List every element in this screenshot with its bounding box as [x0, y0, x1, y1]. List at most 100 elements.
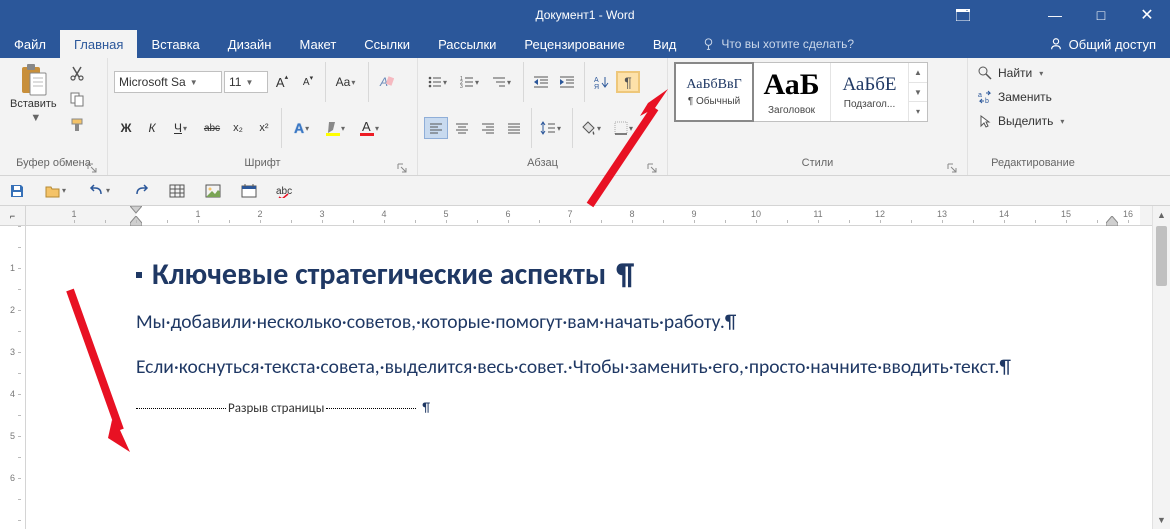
format-painter-button[interactable] — [65, 114, 89, 136]
share-label: Общий доступ — [1069, 37, 1156, 52]
minimize-button[interactable]: — — [1032, 0, 1078, 30]
group-font: Microsoft Sa▼ 11▼ A▴ A▾ Aa▾ A Ж К Ч▾ abc… — [108, 58, 418, 175]
tab-mailings[interactable]: Рассылки — [424, 30, 510, 58]
tab-references[interactable]: Ссылки — [350, 30, 424, 58]
scroll-up-button[interactable]: ▲ — [1153, 206, 1170, 224]
svg-text:Я: Я — [594, 84, 599, 89]
change-case-button[interactable]: Aa▾ — [331, 71, 363, 93]
picture-button[interactable] — [202, 180, 224, 202]
subscript-button[interactable]: x₂ — [226, 117, 250, 139]
superscript-button[interactable]: x² — [252, 117, 276, 139]
spellcheck-button[interactable]: abc — [274, 180, 296, 202]
scrollbar-thumb[interactable] — [1156, 226, 1167, 286]
shading-button[interactable]: ▾ — [578, 117, 608, 139]
paragraph-dialog-launcher[interactable] — [645, 161, 659, 175]
tab-review[interactable]: Рецензирование — [510, 30, 638, 58]
numbering-button[interactable]: 123▾ — [456, 71, 486, 93]
clipboard-dialog-launcher[interactable] — [85, 161, 99, 175]
underline-button[interactable]: Ч▾ — [166, 117, 198, 139]
align-left-button[interactable] — [424, 117, 448, 139]
replace-button[interactable]: ab Заменить — [974, 86, 1071, 108]
font-color-button[interactable]: A▾ — [355, 117, 387, 139]
paste-button[interactable]: Вставить ▼ — [6, 62, 61, 126]
save-button[interactable] — [6, 180, 28, 202]
borders-button[interactable]: ▾ — [610, 117, 640, 139]
undo-button[interactable]: ▾ — [86, 180, 116, 202]
increase-indent-button[interactable] — [555, 71, 579, 93]
chevron-down-icon: ▼ — [190, 78, 198, 87]
select-button[interactable]: Выделить▾ — [974, 110, 1071, 132]
align-justify-button[interactable] — [502, 117, 526, 139]
share-button[interactable]: Общий доступ — [1035, 30, 1170, 58]
decrease-indent-button[interactable] — [529, 71, 553, 93]
maximize-button[interactable]: □ — [1078, 0, 1124, 30]
page-break-indicator[interactable]: Разрыв страницы ¶ — [136, 401, 1170, 416]
paste-label: Вставить — [10, 98, 57, 110]
styles-gallery[interactable]: АаБбВвГ ¶ Обычный АаБ Заголовок АаБбЕ По… — [674, 62, 928, 122]
tab-insert[interactable]: Вставка — [137, 30, 213, 58]
clear-formatting-button[interactable]: A — [374, 71, 398, 93]
tab-file[interactable]: Файл — [0, 30, 60, 58]
document-paragraph-2[interactable]: Если·коснуться·текста·совета,·выделится·… — [136, 352, 1116, 383]
redo-button[interactable] — [130, 180, 152, 202]
style-heading[interactable]: АаБ Заголовок — [753, 63, 831, 121]
align-center-button[interactable] — [450, 117, 474, 139]
group-font-label: Шрифт — [244, 157, 280, 169]
styles-gallery-more[interactable]: ▲ ▼ ▾ — [909, 63, 927, 121]
bullets-button[interactable]: ▾ — [424, 71, 454, 93]
scroll-down-button[interactable]: ▼ — [1153, 511, 1170, 529]
vertical-scrollbar[interactable]: ▲ ▼ — [1152, 206, 1170, 529]
style-subheading[interactable]: АаБбЕ Подзагол... — [831, 63, 909, 121]
document-page[interactable]: Ключевые стратегические аспекты¶ Мы·доба… — [26, 226, 1170, 529]
font-name-combo[interactable]: Microsoft Sa▼ — [114, 71, 222, 93]
style-normal[interactable]: АаБбВвГ ¶ Обычный — [674, 62, 754, 122]
table-button[interactable] — [166, 180, 188, 202]
copy-button[interactable] — [65, 88, 89, 110]
scroll-up-icon[interactable]: ▲ — [909, 63, 927, 82]
align-right-button[interactable] — [476, 117, 500, 139]
sort-button[interactable]: AЯ — [590, 71, 614, 93]
horizontal-ruler[interactable]: ⌐ 112345678910111213141516 — [0, 206, 1170, 226]
close-button[interactable]: ✕ — [1124, 0, 1170, 30]
group-editing-label: Редактирование — [991, 157, 1075, 169]
first-line-indent-marker[interactable] — [130, 206, 142, 214]
strikethrough-button[interactable]: abc — [200, 117, 224, 139]
text-effects-button[interactable]: A▾ — [287, 117, 319, 139]
multilevel-list-button[interactable]: ▾ — [488, 71, 518, 93]
font-size-combo[interactable]: 11▼ — [224, 71, 268, 93]
paste-icon — [17, 64, 49, 96]
svg-text:A: A — [362, 120, 371, 134]
tab-layout[interactable]: Макет — [285, 30, 350, 58]
group-paragraph-label: Абзац — [527, 157, 558, 169]
font-dialog-launcher[interactable] — [395, 161, 409, 175]
scroll-down-icon[interactable]: ▼ — [909, 82, 927, 102]
right-indent-marker[interactable] — [1106, 216, 1118, 226]
line-spacing-button[interactable]: ▾ — [537, 117, 567, 139]
quick-access-toolbar: ▾ ▾ abc — [0, 176, 1170, 206]
tab-home[interactable]: Главная — [60, 30, 137, 58]
vertical-ruler[interactable]: 123456 — [0, 226, 26, 529]
open-button[interactable]: ▾ — [42, 180, 72, 202]
italic-button[interactable]: К — [140, 117, 164, 139]
ribbon-display-options-button[interactable] — [940, 0, 986, 30]
tell-me-placeholder: Что вы хотите сделать? — [721, 37, 854, 51]
styles-dialog-launcher[interactable] — [945, 161, 959, 175]
group-clipboard-label: Буфер обмена — [16, 157, 91, 169]
calendar-button[interactable] — [238, 180, 260, 202]
show-paragraph-marks-button[interactable]: ¶ — [616, 71, 640, 93]
tell-me-search[interactable]: Что вы хотите сделать? — [702, 30, 854, 58]
document-heading[interactable]: Ключевые стратегические аспекты¶ — [136, 256, 1170, 293]
document-paragraph-1[interactable]: Мы·добавили·несколько·советов,·которые·п… — [136, 307, 1116, 338]
shrink-font-button[interactable]: A▾ — [296, 71, 320, 93]
tab-selector[interactable]: ⌐ — [0, 206, 26, 225]
highlight-button[interactable]: ▾ — [321, 117, 353, 139]
expand-gallery-icon[interactable]: ▾ — [909, 101, 927, 121]
cut-button[interactable] — [65, 62, 89, 84]
find-button[interactable]: Найти▾ — [974, 62, 1071, 84]
bold-button[interactable]: Ж — [114, 117, 138, 139]
tab-view[interactable]: Вид — [639, 30, 691, 58]
grow-font-button[interactable]: A▴ — [270, 71, 294, 93]
tab-design[interactable]: Дизайн — [214, 30, 286, 58]
title-bar: Документ1 - Word — □ ✕ — [0, 0, 1170, 30]
group-clipboard: Вставить ▼ Буфер обмена — [0, 58, 108, 175]
